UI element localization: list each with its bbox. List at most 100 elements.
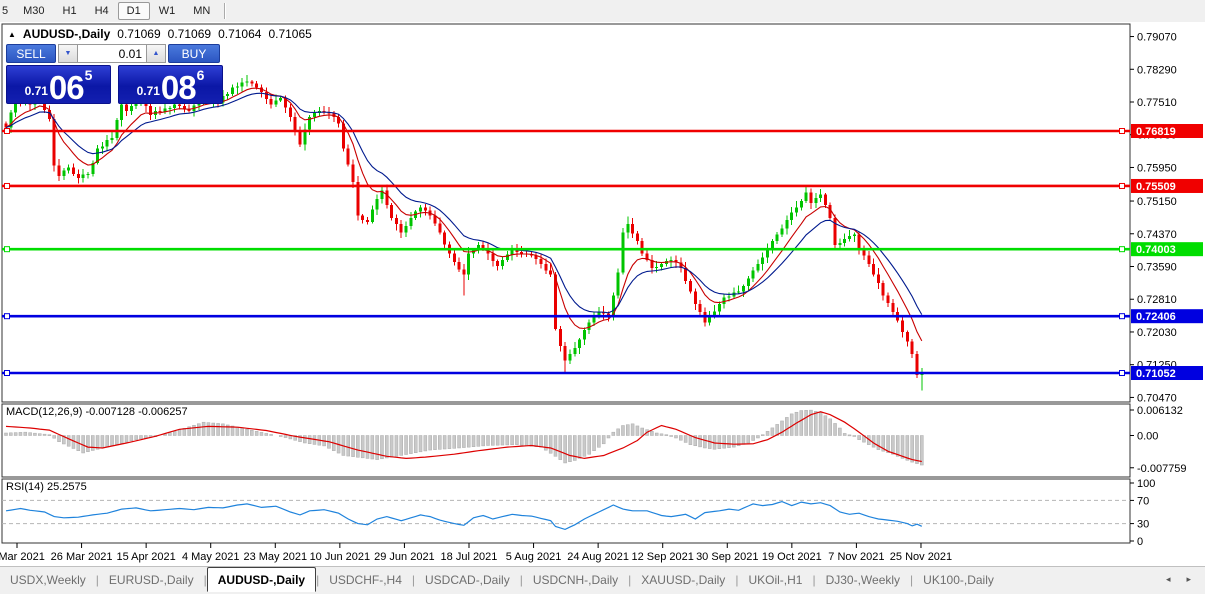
macd-histogram-bar: [626, 424, 630, 436]
candle-body: [250, 81, 254, 84]
macd-histogram-bar: [789, 413, 794, 436]
macd-histogram-bar: [505, 435, 510, 446]
macd-histogram-bar: [33, 432, 37, 436]
tf-button-d1[interactable]: D1: [117, 2, 150, 20]
candle-body: [780, 228, 784, 235]
macd-histogram-bar: [664, 434, 669, 436]
macd-histogram-bar: [611, 431, 616, 436]
macd-histogram-bar: [264, 433, 269, 436]
candle-body: [640, 240, 644, 254]
macd-histogram-bar: [548, 435, 553, 454]
sell-price-pip: 5: [84, 67, 93, 83]
macd-histogram-bar: [770, 427, 775, 436]
volume-down-button[interactable]: ▼: [58, 44, 78, 63]
macd-histogram-bar: [269, 434, 273, 436]
level-handle[interactable]: [1119, 128, 1125, 134]
axis-tick-label: 0.72030: [1137, 327, 1177, 339]
macd-histogram-bar: [471, 435, 476, 447]
macd-histogram-bar: [409, 435, 413, 454]
rsi-plot-area[interactable]: [1, 478, 1131, 544]
tab-eurusd-daily[interactable]: EURUSD-,Daily: [99, 570, 204, 591]
macd-histogram-bar: [428, 435, 432, 451]
tf-button-w1[interactable]: W1: [150, 3, 185, 19]
candle-body: [848, 235, 851, 239]
level-handle[interactable]: [1119, 246, 1125, 253]
tab-scroll-right-icon[interactable]: ▸: [1186, 575, 1191, 584]
candle-body: [746, 278, 750, 287]
candle-body: [558, 329, 562, 346]
price-close: 0.71065: [268, 27, 312, 41]
level-handle[interactable]: [1119, 370, 1125, 377]
macd-histogram-bar: [606, 435, 611, 439]
volume-input[interactable]: [78, 44, 146, 63]
candle-body: [404, 226, 408, 233]
macd-histogram-bar: [438, 435, 442, 450]
collapse-arrow-icon[interactable]: ▲: [8, 30, 16, 39]
candle-body: [462, 269, 466, 275]
tab-usdcnh-daily[interactable]: USDCNH-,Daily: [523, 570, 628, 591]
tf-button-m30[interactable]: M30: [14, 3, 53, 19]
macd-histogram-bar: [698, 435, 702, 448]
tab-xauusd-daily[interactable]: XAUUSD-,Daily: [631, 570, 735, 591]
tab-usdcad-daily[interactable]: USDCAD-,Daily: [415, 570, 520, 591]
level-handle[interactable]: [4, 128, 10, 134]
tf-button-h1[interactable]: H1: [54, 3, 86, 19]
macd-histogram-bar: [760, 434, 765, 436]
macd-histogram-bar: [563, 435, 567, 464]
macd-histogram-bar: [399, 435, 403, 456]
macd-histogram-bar: [57, 435, 61, 442]
level-handle[interactable]: [4, 370, 10, 377]
level-handle[interactable]: [1119, 313, 1125, 320]
rsi-label: RSI(14) 25.2575: [6, 481, 87, 493]
macd-axis-label: 0.006132: [1137, 405, 1183, 417]
macd-histogram-bar: [876, 435, 881, 450]
macd-histogram-bar: [920, 435, 924, 466]
candle-body: [582, 329, 586, 340]
tab-audusd-daily[interactable]: AUDUSD-,Daily: [206, 567, 317, 592]
date-label: 29 Jun 2021: [374, 551, 435, 563]
macd-histogram-bar: [42, 433, 47, 436]
tab-usdx-weekly[interactable]: USDX,Weekly: [0, 570, 96, 591]
candle-body: [226, 94, 230, 97]
price-badge-label: 0.74003: [1136, 244, 1176, 256]
tab-dj30-weekly[interactable]: DJ30-,Weekly: [816, 570, 910, 591]
level-handle[interactable]: [4, 246, 10, 253]
level-handle[interactable]: [4, 313, 10, 320]
candle-body: [520, 252, 524, 254]
macd-histogram-bar: [240, 427, 244, 436]
sell-price-display[interactable]: 0.71 06 5: [6, 65, 111, 104]
date-label: 25 Nov 2021: [890, 551, 952, 563]
macd-histogram-bar: [785, 417, 789, 436]
macd-histogram-bar: [105, 435, 109, 448]
macd-histogram-bar: [442, 435, 447, 450]
date-label: 12 Sep 2021: [632, 551, 694, 563]
buy-button[interactable]: BUY: [168, 44, 220, 63]
candle-body: [438, 223, 442, 233]
macd-histogram-bar: [370, 435, 375, 460]
macd-histogram-bar: [683, 435, 688, 443]
candle-body: [635, 233, 639, 241]
macd-histogram-bar: [385, 435, 389, 459]
tab-uk100-daily[interactable]: UK100-,Daily: [913, 570, 1004, 591]
candle-body: [703, 312, 707, 323]
candle-body: [67, 167, 71, 171]
tab-ukoil-h1[interactable]: UKOil-,H1: [738, 570, 812, 591]
tab-scroll-left-icon[interactable]: ◂: [1166, 575, 1171, 584]
volume-up-button[interactable]: ▲: [146, 44, 166, 63]
tf-button-h4[interactable]: H4: [86, 3, 118, 19]
candle-body: [833, 217, 837, 246]
buy-price-display[interactable]: 0.71 08 6: [118, 65, 223, 104]
macd-histogram-bar: [452, 435, 457, 449]
tab-usdchf-h4[interactable]: USDCHF-,H4: [319, 570, 412, 591]
macd-histogram-bar: [360, 435, 365, 459]
tf-button-mn[interactable]: MN: [184, 3, 219, 19]
sell-button[interactable]: SELL: [6, 44, 56, 63]
level-handle[interactable]: [4, 182, 10, 189]
macd-histogram-bar: [519, 435, 524, 446]
chart-window: 0.790700.782900.775100.767300.759500.751…: [0, 22, 1205, 566]
level-handle[interactable]: [1119, 182, 1125, 189]
candle-body: [616, 272, 620, 296]
tf-button-5[interactable]: 5: [0, 3, 14, 19]
axis-tick-label: 0.79070: [1137, 32, 1177, 44]
price-low: 0.71064: [218, 27, 262, 41]
